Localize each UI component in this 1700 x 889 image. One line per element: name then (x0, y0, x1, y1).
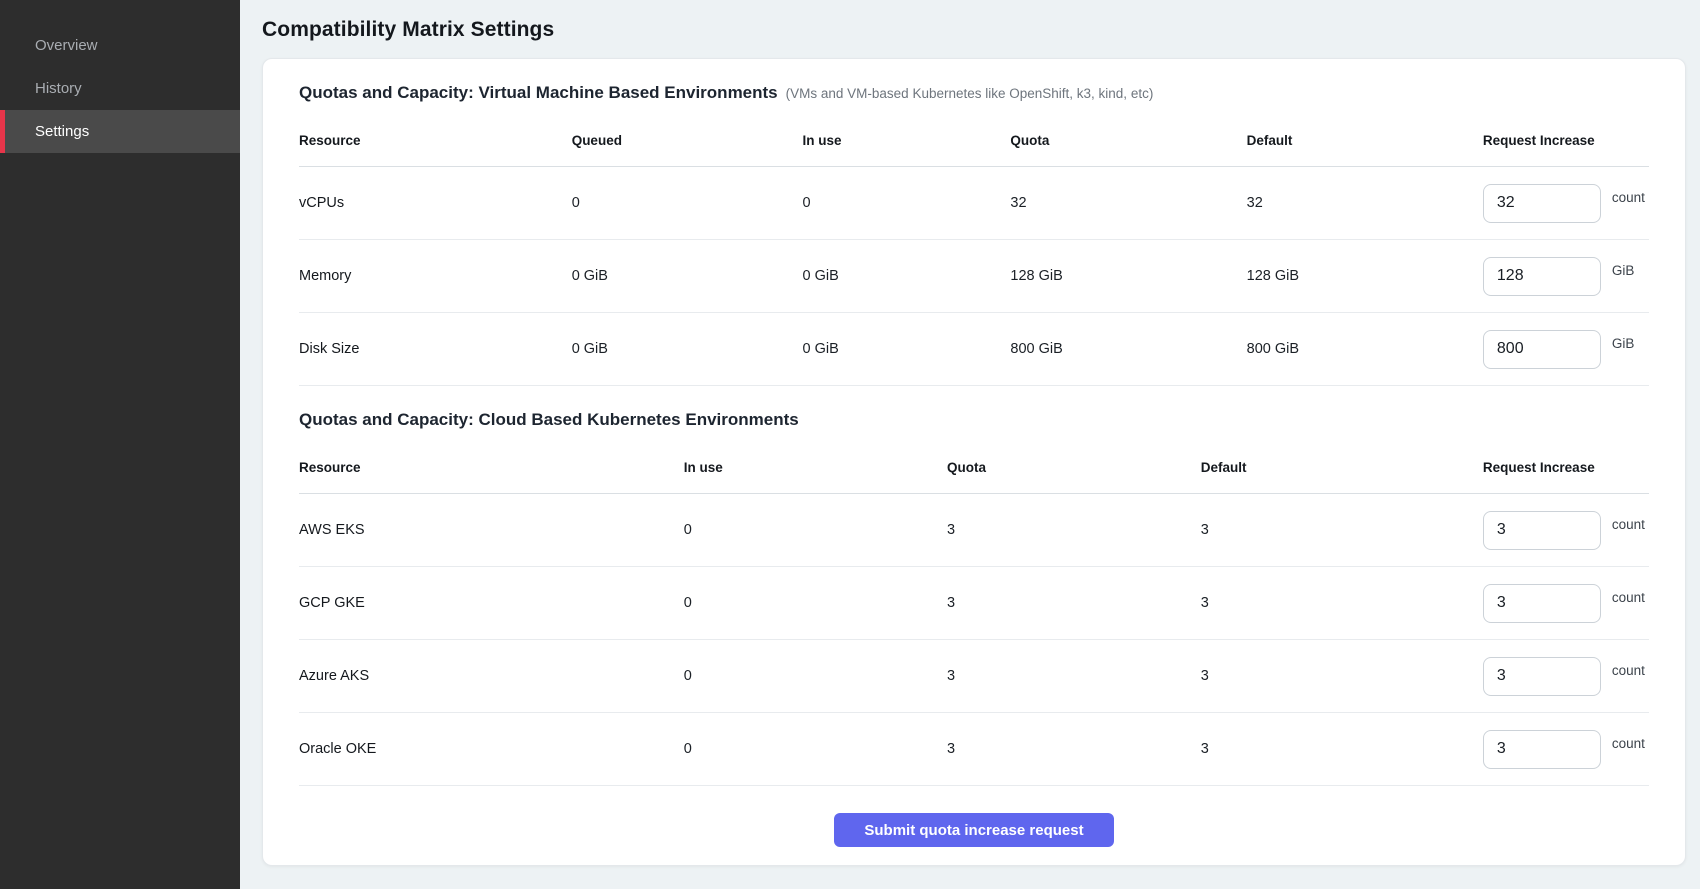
vm-row-disk-resource: Disk Size (299, 313, 572, 386)
sidebar-item-overview[interactable]: Overview (0, 24, 240, 67)
cloud-col-default: Default (1201, 434, 1483, 494)
vm-row-vcpus-default: 32 (1247, 167, 1483, 240)
vm-row-memory-in-use: 0 GiB (803, 240, 1011, 313)
cloud-row-aws-default: 3 (1201, 494, 1483, 567)
vm-col-queued: Queued (572, 107, 803, 167)
cloud-section-header: Quotas and Capacity: Cloud Based Kuberne… (299, 410, 1649, 430)
sidebar-nav: Overview History Settings (0, 0, 240, 153)
table-row: Azure AKS 0 3 3 count (299, 640, 1649, 713)
table-row: Disk Size 0 GiB 0 GiB 800 GiB 800 GiB Gi… (299, 313, 1649, 386)
disk-size-request-input[interactable] (1483, 330, 1601, 369)
cloud-row-aws-quota: 3 (947, 494, 1201, 567)
cloud-section-title: Quotas and Capacity: Cloud Based Kuberne… (299, 410, 799, 429)
sidebar-item-settings[interactable]: Settings (0, 110, 240, 153)
cloud-row-oracle-default: 3 (1201, 713, 1483, 786)
cloud-row-gcp-resource: GCP GKE (299, 567, 684, 640)
oracle-oke-request-input[interactable] (1483, 730, 1601, 769)
vm-row-vcpus-queued: 0 (572, 167, 803, 240)
gcp-gke-unit-label: count (1612, 590, 1645, 605)
azure-aks-unit-label: count (1612, 663, 1645, 678)
vm-row-disk-queued: 0 GiB (572, 313, 803, 386)
vm-row-disk-in-use: 0 GiB (803, 313, 1011, 386)
table-row: GCP GKE 0 3 3 count (299, 567, 1649, 640)
vm-row-disk-quota: 800 GiB (1010, 313, 1246, 386)
vm-row-memory-resource: Memory (299, 240, 572, 313)
cloud-row-aws-in-use: 0 (684, 494, 947, 567)
vm-row-vcpus-resource: vCPUs (299, 167, 572, 240)
aws-eks-request-input[interactable] (1483, 511, 1601, 550)
vm-row-vcpus-in-use: 0 (803, 167, 1011, 240)
vm-col-quota: Quota (1010, 107, 1246, 167)
table-row: Oracle OKE 0 3 3 count (299, 713, 1649, 786)
cloud-row-aws-resource: AWS EKS (299, 494, 684, 567)
vm-row-vcpus-quota: 32 (1010, 167, 1246, 240)
page-title: Compatibility Matrix Settings (262, 18, 1686, 42)
sidebar: Overview History Settings (0, 0, 240, 889)
cloud-row-oracle-quota: 3 (947, 713, 1201, 786)
cloud-col-in-use: In use (684, 434, 947, 494)
table-row: Memory 0 GiB 0 GiB 128 GiB 128 GiB GiB (299, 240, 1649, 313)
cloud-col-request-increase: Request Increase (1483, 434, 1649, 494)
vm-col-request-increase: Request Increase (1483, 107, 1649, 167)
memory-request-input[interactable] (1483, 257, 1601, 296)
vcpus-request-input[interactable] (1483, 184, 1601, 223)
submit-quota-increase-button[interactable]: Submit quota increase request (834, 813, 1114, 847)
sidebar-item-history[interactable]: History (0, 67, 240, 110)
cloud-row-oracle-in-use: 0 (684, 713, 947, 786)
cloud-row-oracle-resource: Oracle OKE (299, 713, 684, 786)
disk-size-unit-label: GiB (1612, 336, 1635, 351)
azure-aks-request-input[interactable] (1483, 657, 1601, 696)
vm-quota-table: Resource Queued In use Quota Default Req… (299, 107, 1649, 386)
vm-col-resource: Resource (299, 107, 572, 167)
submit-row: Submit quota increase request (299, 786, 1649, 847)
table-row: AWS EKS 0 3 3 count (299, 494, 1649, 567)
settings-card: Quotas and Capacity: Virtual Machine Bas… (262, 58, 1686, 866)
cloud-quota-table: Resource In use Quota Default Request In… (299, 434, 1649, 786)
cloud-col-resource: Resource (299, 434, 684, 494)
vm-section-subtitle: (VMs and VM-based Kubernetes like OpenSh… (786, 86, 1154, 101)
cloud-row-azure-resource: Azure AKS (299, 640, 684, 713)
vm-row-memory-queued: 0 GiB (572, 240, 803, 313)
vm-col-default: Default (1247, 107, 1483, 167)
cloud-table-header-row: Resource In use Quota Default Request In… (299, 434, 1649, 494)
oracle-oke-unit-label: count (1612, 736, 1645, 751)
vm-section-header: Quotas and Capacity: Virtual Machine Bas… (299, 83, 1649, 103)
vm-col-in-use: In use (803, 107, 1011, 167)
vcpus-unit-label: count (1612, 190, 1645, 205)
vm-table-header-row: Resource Queued In use Quota Default Req… (299, 107, 1649, 167)
vm-row-disk-default: 800 GiB (1247, 313, 1483, 386)
table-row: vCPUs 0 0 32 32 count (299, 167, 1649, 240)
cloud-row-gcp-in-use: 0 (684, 567, 947, 640)
cloud-col-quota: Quota (947, 434, 1201, 494)
aws-eks-unit-label: count (1612, 517, 1645, 532)
memory-unit-label: GiB (1612, 263, 1635, 278)
gcp-gke-request-input[interactable] (1483, 584, 1601, 623)
vm-section-title: Quotas and Capacity: Virtual Machine Bas… (299, 83, 778, 102)
cloud-row-azure-quota: 3 (947, 640, 1201, 713)
cloud-row-gcp-quota: 3 (947, 567, 1201, 640)
vm-row-memory-default: 128 GiB (1247, 240, 1483, 313)
cloud-row-azure-in-use: 0 (684, 640, 947, 713)
main-content: Compatibility Matrix Settings Quotas and… (240, 0, 1700, 866)
vm-row-memory-quota: 128 GiB (1010, 240, 1246, 313)
cloud-row-gcp-default: 3 (1201, 567, 1483, 640)
cloud-row-azure-default: 3 (1201, 640, 1483, 713)
